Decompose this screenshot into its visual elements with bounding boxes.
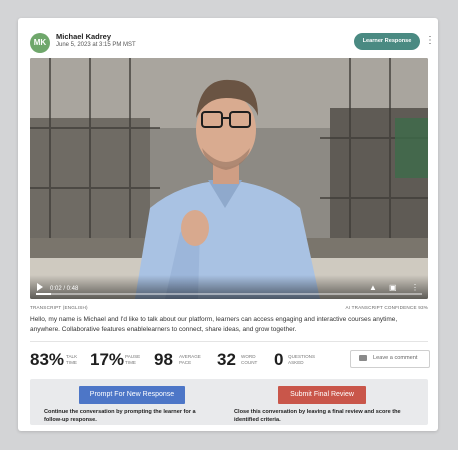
prompt-new-response-button[interactable]: Prompt For New Response — [79, 386, 185, 404]
stat-value: 0 — [274, 350, 284, 369]
time-display: 0:02 / 0:48 — [50, 286, 79, 292]
divider — [30, 341, 428, 342]
stat-value: 98 — [154, 350, 173, 369]
volume-icon[interactable]: ▲ — [369, 284, 377, 292]
comment-label: Leave a comment — [373, 355, 418, 361]
more-icon[interactable]: ⋮ — [411, 284, 419, 292]
video-progress-fill — [36, 293, 52, 295]
submit-final-review-button[interactable]: Submit Final Review — [278, 386, 366, 404]
video-controls: 0:02 / 0:48 ▲ ▣ ⋮ — [30, 275, 428, 299]
user-name: Michael Kadrey — [56, 32, 112, 41]
leave-comment-button[interactable]: Leave a comment — [350, 350, 430, 368]
avatar: MK — [30, 33, 50, 53]
prompt-description: Continue the conversation by prompting t… — [44, 409, 196, 423]
actions-panel: Prompt For New Response Continue the con… — [30, 379, 428, 425]
stat-value: 17% — [90, 350, 125, 369]
stat-label: AVERAGE PACE — [179, 354, 201, 365]
stat-value: 83% — [30, 350, 65, 369]
play-icon[interactable] — [37, 283, 43, 291]
learner-response-button[interactable]: Learner Response — [354, 33, 420, 50]
video-frame — [30, 58, 428, 299]
stat-label: QUESTIONS ASKED — [288, 354, 316, 365]
transcript-label: TRANSCRIPT (ENGLISH) — [30, 305, 88, 310]
stat-label: WORD COUNT — [241, 354, 258, 365]
kebab-icon[interactable]: ⋮ — [425, 34, 435, 48]
stat-label: PAUSE TIME — [125, 354, 141, 365]
response-card: MK Michael Kadrey June 5, 2023 at 3:15 P… — [18, 18, 438, 431]
video-player[interactable]: 0:02 / 0:48 ▲ ▣ ⋮ — [30, 58, 428, 299]
transcript-confidence: AI TRANSCRIPT CONFIDENCE 93% — [345, 305, 428, 310]
fullscreen-icon[interactable]: ▣ — [389, 284, 397, 292]
comment-icon — [359, 355, 367, 361]
transcript-text: Hello, my name is Michael and I'd like t… — [30, 316, 398, 333]
final-review-description: Close this conversation by leaving a fin… — [234, 409, 401, 423]
video-progress-bar[interactable] — [36, 293, 422, 295]
stat-value: 32 — [217, 350, 236, 369]
response-date: June 5, 2023 at 3:15 PM MST — [56, 42, 136, 48]
